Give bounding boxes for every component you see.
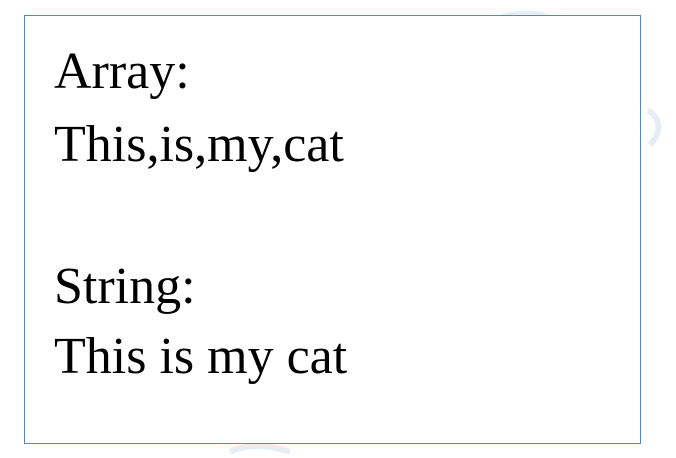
- array-value: This,is,my,cat: [54, 116, 344, 173]
- watermark-arc-right: [646, 107, 662, 148]
- string-value: This is my cat: [54, 328, 348, 385]
- page: Array: This,is,my,cat String: This is my…: [0, 0, 676, 458]
- output-panel: Array: This,is,my,cat String: This is my…: [24, 15, 641, 444]
- watermark-arc-bottom: [228, 443, 291, 455]
- string-label: String:: [54, 258, 196, 315]
- array-label: Array:: [54, 43, 190, 100]
